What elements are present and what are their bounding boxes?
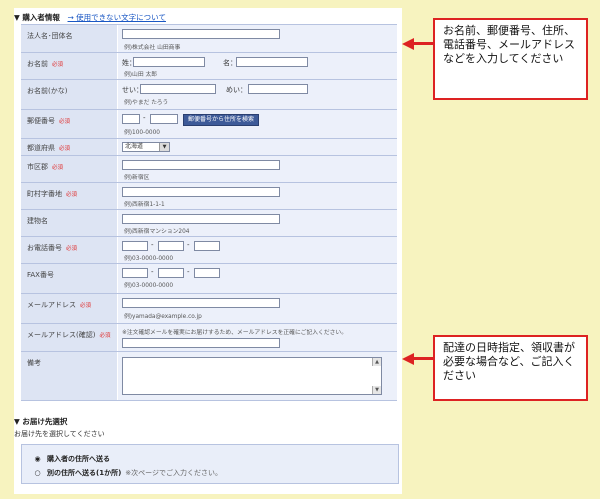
street-row: 町村字番地 必須 例)西新宿1-1-1 bbox=[21, 183, 397, 210]
street-input[interactable] bbox=[122, 187, 280, 197]
kana-label: お名前(かな) bbox=[27, 87, 68, 95]
fax-hint: 例)03-0000-0000 bbox=[124, 283, 174, 289]
shipping-description: お届け先を選択してください bbox=[14, 430, 105, 438]
name-mei-label: 名： bbox=[223, 59, 237, 67]
zip-row: 郵便番号 必須 - 郵便番号から住所を検索 例)100-0000 bbox=[21, 110, 397, 139]
required-badge: 必須 bbox=[59, 119, 71, 125]
ship-option-purchaser-label: 購入者の住所へ送る bbox=[47, 455, 110, 463]
phone-dash-1: - bbox=[151, 241, 154, 249]
purchaser-section-title: ▼ 購入者情報 bbox=[14, 13, 60, 22]
first-name-kana-input[interactable] bbox=[248, 84, 308, 94]
building-label: 建物名 bbox=[27, 217, 48, 225]
scroll-down-icon[interactable]: ▼ bbox=[372, 386, 381, 394]
callout-bottom: 配達の日時指定、領収書が必要な場合など、ご記入ください bbox=[433, 335, 588, 401]
zip-hint: 例)100-0000 bbox=[124, 130, 160, 136]
street-label: 町村字番地 bbox=[27, 190, 62, 198]
city-label: 市区郡 bbox=[27, 163, 48, 171]
fax-dash-2: - bbox=[187, 268, 190, 276]
remarks-row: 備考 ▲ ▼ bbox=[21, 352, 397, 401]
city-hint: 例)新宿区 bbox=[124, 175, 150, 181]
fax-row: FAX番号 - - 例)03-0000-0000 bbox=[21, 264, 397, 294]
phone-mid-input[interactable] bbox=[158, 241, 184, 251]
phone-last-input[interactable] bbox=[194, 241, 220, 251]
phone-dash-2: - bbox=[187, 241, 190, 249]
chevron-down-icon: ▼ bbox=[159, 143, 169, 151]
remarks-label: 備考 bbox=[27, 359, 41, 367]
building-input[interactable] bbox=[122, 214, 280, 224]
phone-label: お電話番号 bbox=[27, 244, 62, 252]
kana-hint: 例)やまだ たろう bbox=[124, 100, 169, 106]
email-input[interactable] bbox=[122, 298, 280, 308]
fax-mid-input[interactable] bbox=[158, 268, 184, 278]
first-name-input[interactable] bbox=[236, 57, 308, 67]
required-badge: 必須 bbox=[99, 333, 111, 339]
email-confirm-input[interactable] bbox=[122, 338, 280, 348]
street-hint: 例)西新宿1-1-1 bbox=[124, 202, 165, 208]
callout-arrow-line-bottom bbox=[412, 357, 434, 360]
fax-last-input[interactable] bbox=[194, 268, 220, 278]
email-confirm-row: メールアドレス(確認) 必須 ※注文確認メールを確実にお届けするため、メールアドレ… bbox=[21, 324, 397, 352]
company-row: 法人名･団体名 例)株式会社 山田商事 bbox=[21, 25, 397, 53]
email-label: メールアドレス bbox=[27, 301, 76, 309]
zip-first-input[interactable] bbox=[122, 114, 140, 124]
required-badge: 必須 bbox=[52, 165, 64, 171]
fax-label: FAX番号 bbox=[27, 271, 54, 279]
required-badge: 必須 bbox=[66, 192, 78, 198]
email-row: メールアドレス 必須 例)yamada@example.co.jp bbox=[21, 294, 397, 324]
required-badge: 必須 bbox=[80, 303, 92, 309]
email-confirm-label: メールアドレス(確認) bbox=[27, 331, 96, 339]
ship-option-other-note: ※次ページでご入力ください。 bbox=[125, 469, 223, 477]
ship-option-purchaser[interactable]: ◉ 購入者の住所へ送る bbox=[34, 454, 110, 464]
pref-selected-value: 北海道 bbox=[125, 143, 144, 150]
phone-hint: 例)03-0000-0000 bbox=[124, 256, 174, 262]
building-hint: 例)西新宿マンション204 bbox=[124, 229, 190, 235]
required-badge: 必須 bbox=[66, 246, 78, 252]
name-hint: 例)山田 太郎 bbox=[124, 72, 158, 78]
city-input[interactable] bbox=[122, 160, 280, 170]
callout-arrow-line-top bbox=[412, 42, 434, 45]
building-row: 建物名 例)西新宿マンション204 bbox=[21, 210, 397, 237]
shipping-options: ◉ 購入者の住所へ送る ○ 別の住所へ送る(1か所) ※次ページでご入力ください。 bbox=[21, 444, 399, 484]
fax-area-input[interactable] bbox=[122, 268, 148, 278]
shipping-section-title: ▼ お届け先選択 bbox=[14, 417, 68, 426]
zip-second-input[interactable] bbox=[150, 114, 178, 124]
scroll-up-icon[interactable]: ▲ bbox=[372, 358, 381, 366]
company-input[interactable] bbox=[122, 29, 280, 39]
name-label: お名前 bbox=[27, 60, 48, 68]
last-name-kana-input[interactable] bbox=[140, 84, 216, 94]
company-hint: 例)株式会社 山田商事 bbox=[124, 45, 181, 51]
kana-mei-label: めい： bbox=[226, 86, 247, 94]
fax-dash-1: - bbox=[151, 268, 154, 276]
zip-label: 郵便番号 bbox=[27, 117, 55, 125]
remarks-textarea[interactable]: ▲ ▼ bbox=[122, 357, 382, 395]
name-row: お名前 必須 姓： 名： 例)山田 太郎 bbox=[21, 53, 397, 80]
ship-option-other[interactable]: ○ 別の住所へ送る(1か所) ※次ページでご入力ください。 bbox=[34, 468, 222, 478]
radio-unselected-icon[interactable]: ○ bbox=[34, 469, 41, 477]
pref-label: 都道府県 bbox=[27, 144, 55, 152]
company-label: 法人名･団体名 bbox=[27, 32, 73, 40]
invalid-chars-link[interactable]: → 使用できない文字について bbox=[68, 13, 166, 22]
purchaser-section-header: ▼ 購入者情報 → 使用できない文字について bbox=[14, 12, 166, 23]
zip-dash: - bbox=[143, 114, 146, 122]
phone-area-input[interactable] bbox=[122, 241, 148, 251]
phone-row: お電話番号 必須 - - 例)03-0000-0000 bbox=[21, 237, 397, 264]
kana-row: お名前(かな) せい： めい： 例)やまだ たろう bbox=[21, 80, 397, 110]
required-badge: 必須 bbox=[52, 62, 64, 68]
pref-row: 都道府県 必須 北海道 ▼ bbox=[21, 139, 397, 156]
email-hint: 例)yamada@example.co.jp bbox=[124, 314, 202, 320]
ship-option-other-label: 別の住所へ送る(1か所) bbox=[47, 469, 122, 477]
purchaser-form: 法人名･団体名 例)株式会社 山田商事 お名前 必須 姓： 名： 例)山田 太郎 … bbox=[21, 24, 397, 401]
zip-search-button[interactable]: 郵便番号から住所を検索 bbox=[183, 114, 260, 126]
pref-select[interactable]: 北海道 ▼ bbox=[122, 142, 170, 152]
callout-top: お名前、郵便番号、住所、電話番号、メールアドレスなどを入力してください bbox=[433, 18, 588, 100]
email-confirm-note: ※注文確認メールを確実にお届けするため、メールアドレスを正確にご記入ください。 bbox=[122, 330, 348, 336]
city-row: 市区郡 必須 例)新宿区 bbox=[21, 156, 397, 183]
last-name-input[interactable] bbox=[133, 57, 205, 67]
required-badge: 必須 bbox=[59, 146, 71, 152]
radio-selected-icon[interactable]: ◉ bbox=[34, 455, 41, 463]
